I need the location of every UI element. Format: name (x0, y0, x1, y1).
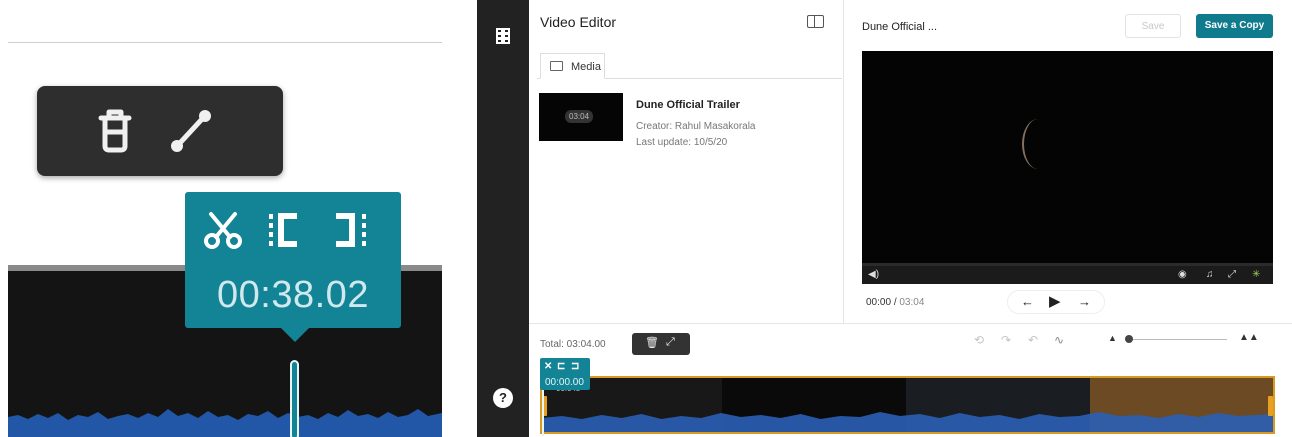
save-button[interactable]: Save (1125, 14, 1181, 38)
total-duration: 03:04 (899, 297, 925, 308)
save-copy-button[interactable]: Save a Copy (1196, 14, 1273, 38)
media-name: Dune Official Trailer (636, 99, 740, 111)
redo-icon[interactable]: ↷ (1001, 333, 1011, 347)
tab-media[interactable]: Media (540, 53, 605, 79)
film-icon[interactable] (496, 28, 510, 44)
zoom-detail-panel: 00:38.02 (0, 0, 442, 437)
set-in-icon[interactable] (267, 210, 307, 250)
playhead[interactable] (542, 390, 544, 436)
link-icon[interactable]: ⤢ (666, 336, 675, 349)
video-editor-app: ? Video Editor Media 03:04 Dune Official… (477, 0, 1292, 437)
set-in-icon[interactable]: ⊏ (557, 361, 565, 372)
timeline-divider (529, 323, 1292, 324)
media-thumbnail[interactable]: 03:04 (539, 93, 623, 141)
zoom-in-icon[interactable]: ▲▲ (1239, 332, 1259, 343)
step-back-icon[interactable]: ← (1021, 294, 1034, 309)
cut-time: 00:38.02 (217, 274, 369, 316)
audio-track-icon[interactable]: ♫ (1206, 269, 1214, 280)
trim-handle-right[interactable] (1268, 396, 1273, 416)
set-out-icon[interactable]: ⊐ (571, 361, 579, 372)
cut-popup-zoomed: 00:38.02 (185, 192, 401, 342)
zoom-slider-track[interactable] (1127, 339, 1227, 340)
folder-icon (550, 61, 563, 71)
scissors-icon[interactable]: ✕ (544, 361, 552, 372)
editor-title: Video Editor (540, 14, 617, 30)
step-forward-icon[interactable]: → (1078, 294, 1091, 309)
tab-media-label: Media (571, 61, 601, 73)
cut-popup-time: 00:00.00 (545, 377, 584, 388)
zoom-slider-knob[interactable] (1125, 335, 1133, 343)
panel-divider (843, 0, 844, 323)
time-separator: / (893, 297, 897, 308)
reset-icon[interactable]: ⟲ (974, 333, 984, 347)
current-time: 00:00 (866, 297, 892, 308)
player-control-bar: ◀) ◉ ♫ ⤢ ✳ (862, 266, 1273, 284)
video-player[interactable]: ◀) ◉ ♫ ⤢ ✳ (862, 51, 1273, 284)
zoom-out-icon[interactable]: ▲ (1108, 333, 1117, 343)
help-button[interactable]: ? (493, 388, 513, 408)
media-list-item[interactable]: 03:04 Dune Official Trailer Creator: Rah… (539, 93, 839, 148)
set-out-icon[interactable] (330, 210, 370, 250)
fullscreen-icon[interactable]: ⤢ (1228, 269, 1236, 280)
media-updated: Last update: 10/5/20 (636, 137, 728, 148)
left-rail: ? (477, 0, 529, 437)
trash-icon[interactable]: 🗑 (645, 336, 659, 349)
trash-icon[interactable] (91, 106, 139, 154)
divider (8, 42, 442, 43)
media-creator: Creator: Rahul Masakorala (636, 121, 756, 132)
audio-waveform (8, 409, 442, 437)
play-icon[interactable]: ▶ (1049, 292, 1061, 310)
waveform-icon[interactable]: ∿ (1054, 333, 1064, 347)
video-frame (1022, 119, 1054, 169)
total-length: Total: 03:04.00 (540, 339, 606, 350)
video-title: Dune Official ... (862, 21, 937, 33)
scissors-icon[interactable] (203, 210, 243, 250)
media-duration: 03:04 (565, 110, 594, 123)
playback-controls: ← ▶ → (1007, 290, 1105, 314)
popup-arrow (281, 328, 309, 342)
cut-popup: ✕ ⊏ ⊐ 00:00.00 (540, 358, 590, 390)
clip-action-toolbar-small: 🗑 ⤢ (632, 333, 690, 355)
playhead-handle-zoomed[interactable] (290, 360, 299, 437)
link-icon[interactable] (167, 106, 215, 154)
timeline-clip[interactable]: 00:04s (540, 376, 1275, 434)
volume-icon[interactable]: ◀) (868, 269, 879, 280)
clip-action-toolbar (37, 86, 283, 176)
settings-icon[interactable]: ✳ (1252, 269, 1260, 280)
undo-icon[interactable]: ↶ (1028, 333, 1038, 347)
audio-waveform (542, 412, 1273, 432)
captions-icon[interactable]: ◉ (1178, 269, 1187, 280)
timecode: 00:00 / 03:04 (866, 297, 924, 308)
layout-toggle-icon[interactable] (807, 15, 824, 28)
